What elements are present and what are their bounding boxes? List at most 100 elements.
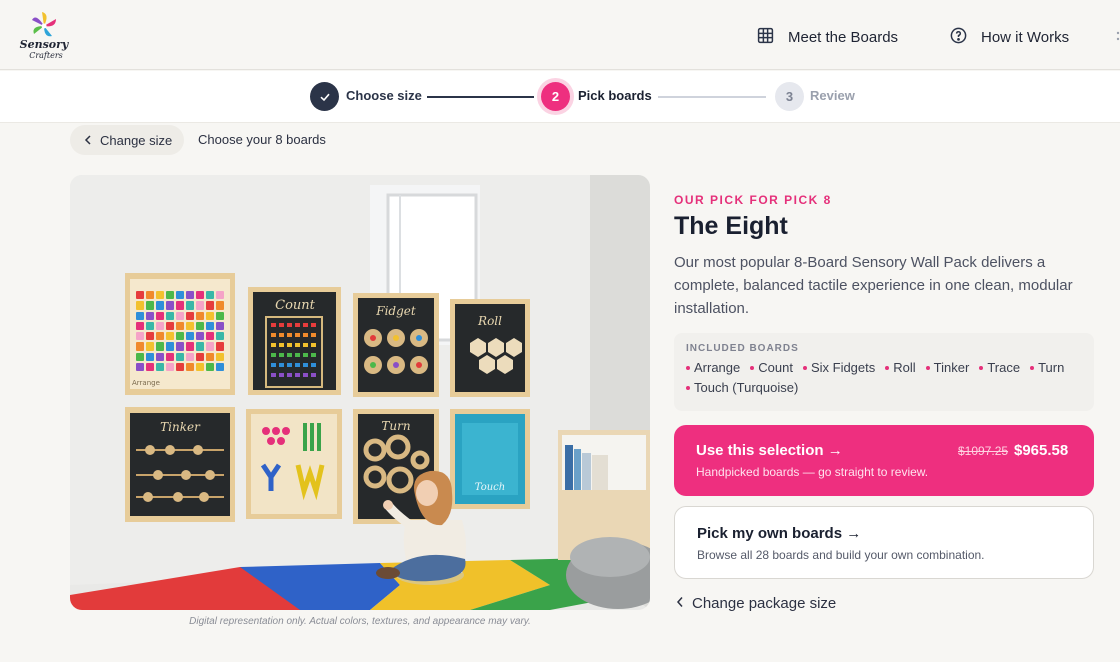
arrange-tile: [146, 311, 154, 320]
arrange-tile: [166, 291, 174, 300]
arrange-tile: [186, 342, 194, 351]
arrange-tile: [216, 352, 224, 361]
nav-label: How it Works: [981, 29, 1070, 46]
arrange-tile: [196, 321, 204, 330]
included-boards-panel: INCLUDED BOARDS Arrange Count Six Fidget…: [674, 333, 1094, 411]
arrange-tile: [176, 352, 184, 361]
arrange-tile: [146, 291, 154, 300]
arrange-tile: [206, 342, 214, 351]
pick-eyebrow: OUR PICK FOR PICK 8: [674, 193, 832, 207]
arrange-tile: [146, 321, 154, 330]
arrange-tile: [166, 301, 174, 310]
arrange-tile: [196, 342, 204, 351]
arrange-tile: [196, 291, 204, 300]
primary-cta-title: Use this selection →: [696, 442, 843, 459]
board-touch-label: Touch: [475, 482, 505, 493]
arrange-tile: [156, 332, 164, 341]
arrange-tile: [136, 342, 144, 351]
svg-text:Crafters: Crafters: [29, 51, 63, 60]
arrange-tile: [216, 301, 224, 310]
bullet-dot-icon: [925, 365, 930, 370]
arrange-tile: [206, 311, 214, 320]
arrange-tile: [166, 311, 174, 320]
arrange-tile: [146, 301, 154, 310]
brand-logo[interactable]: Sensory Crafters: [16, 8, 72, 64]
arrange-tile: [176, 332, 184, 341]
included-board-item: Trace: [979, 360, 1020, 375]
step-1-label[interactable]: Choose size: [346, 88, 422, 103]
arrange-tile: [216, 291, 224, 300]
arrange-tile: [166, 321, 174, 330]
bullet-dot-icon: [686, 385, 690, 390]
included-board-item: Roll: [885, 360, 916, 375]
arrange-tile: [216, 342, 224, 351]
arrange-tile: [186, 352, 194, 361]
sale-price: $965.58: [1014, 442, 1069, 459]
board-roll-label: Roll: [477, 314, 502, 328]
step-1-complete-icon[interactable]: [310, 82, 339, 111]
grid-icon: [757, 27, 774, 48]
arrange-tile: [146, 332, 154, 341]
change-package-size-link[interactable]: Change package size: [676, 595, 836, 612]
arrange-tile: [186, 362, 194, 371]
arrange-tile: [176, 291, 184, 300]
nav-how-it-works[interactable]: How it Works: [950, 27, 1069, 48]
bullet-dot-icon: [802, 365, 807, 370]
chevron-left-icon: [84, 133, 92, 148]
top-bar: Sensory Crafters Meet the Boards How it …: [0, 0, 1120, 70]
included-boards-title: INCLUDED BOARDS: [686, 343, 799, 354]
nav-meet-the-boards[interactable]: Meet the Boards: [757, 27, 898, 48]
svg-text:Sensory: Sensory: [20, 38, 70, 51]
included-board-item: Touch (Turquoise): [686, 380, 798, 395]
board-arrange-label: Arrange: [132, 379, 160, 387]
arrange-tile: [156, 352, 164, 361]
arrange-tile: [206, 321, 214, 330]
included-board-item: Tinker: [925, 360, 969, 375]
help-circle-icon: [950, 27, 967, 48]
arrange-tile: [136, 352, 144, 361]
included-board-item: Turn: [1030, 360, 1064, 375]
step-2-number: 2: [541, 82, 570, 111]
change-package-size-label: Change package size: [692, 595, 837, 612]
arrange-tile: [136, 301, 144, 310]
bullet-dot-icon: [1030, 365, 1035, 370]
arrange-tile: [136, 291, 144, 300]
package-description: Our most popular 8-Board Sensory Wall Pa…: [674, 254, 1073, 317]
step-connector: [658, 96, 766, 98]
arrange-tile: [186, 291, 194, 300]
arrange-tile: [206, 362, 214, 371]
arrange-tile: [206, 352, 214, 361]
arrange-tile: [176, 311, 184, 320]
arrange-tile: [156, 342, 164, 351]
arrange-tile: [186, 321, 194, 330]
arrange-tile: [196, 311, 204, 320]
arrange-tile: [216, 332, 224, 341]
step-2-label: Pick boards: [578, 88, 652, 103]
pick-my-own-boards-button[interactable]: Pick my own boards → Browse all 28 board…: [674, 506, 1094, 579]
chevron-left-icon: [676, 595, 684, 612]
arrange-tile: [176, 321, 184, 330]
arrange-tile: [206, 291, 214, 300]
arrange-tile: [156, 291, 164, 300]
arrange-tile: [146, 362, 154, 371]
breadcrumb-current: Choose your 8 boards: [198, 132, 326, 147]
arrange-tile: [196, 352, 204, 361]
progress-stepper: Choose size 2 Pick boards 3 Review: [0, 71, 1120, 123]
included-board-item: Arrange: [686, 360, 740, 375]
bullet-dot-icon: [750, 365, 755, 370]
original-price: $1097.25: [958, 444, 1009, 458]
step-3-number: 3: [775, 82, 804, 111]
included-board-item: Six Fidgets: [802, 360, 875, 375]
arrange-tile: [216, 321, 224, 330]
included-board-item: Count: [750, 360, 793, 375]
package-title: The Eight: [674, 212, 788, 240]
arrange-tile: [186, 301, 194, 310]
board-count-label: Count: [275, 298, 316, 313]
change-size-label: Change size: [100, 132, 173, 148]
use-this-selection-button[interactable]: Use this selection → Handpicked boards —…: [674, 425, 1094, 496]
primary-cta-subtitle: Handpicked boards — go straight to revie…: [696, 465, 929, 479]
arrange-tile: [166, 352, 174, 361]
step-connector: [427, 96, 534, 98]
change-size-button[interactable]: Change size: [70, 125, 185, 155]
arrange-tile: [166, 362, 174, 371]
